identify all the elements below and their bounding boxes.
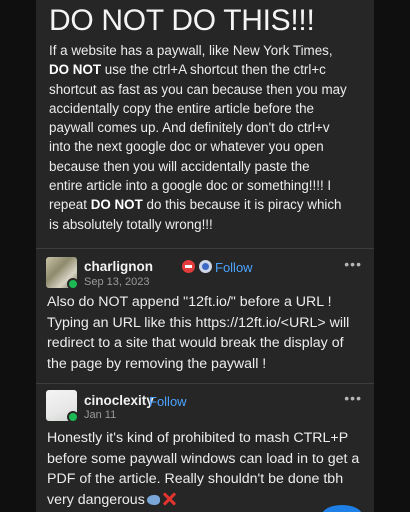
post-body: If a website has a paywall, like New Yor… <box>49 41 371 234</box>
more-options-icon[interactable]: ••• <box>344 256 362 272</box>
post-line: If a website has a paywall, like New Yor… <box>49 41 371 60</box>
reply-line: Typing an URL like this https://12ft.io/… <box>47 314 350 331</box>
reply-username[interactable]: charlignon <box>84 259 153 274</box>
reply-date: Sep 13, 2023 <box>84 276 150 288</box>
follow-button[interactable]: Follow <box>215 260 253 275</box>
post-card: DO NOT DO THIS!!! If a website has a pay… <box>36 0 374 512</box>
post-text: paywall comes up. And definitely don't d… <box>49 120 330 136</box>
post-line: paywall comes up. And definitely don't d… <box>49 118 371 137</box>
divider <box>36 248 374 249</box>
post-line: because then you will accidentally paste… <box>49 157 371 176</box>
online-status-icon <box>67 411 79 423</box>
post-line: accidentally copy the entire article bef… <box>49 99 371 118</box>
cross-mark-icon <box>162 492 176 506</box>
reply-username[interactable]: cinoclexity <box>84 393 154 408</box>
post-text: do this because it is piracy which <box>142 197 342 213</box>
more-options-icon[interactable]: ••• <box>344 390 362 406</box>
post-text: If a website has a paywall, like New Yor… <box>49 43 333 58</box>
post-text: entire article into a google doc or some… <box>49 178 332 194</box>
follow-button[interactable]: Follow <box>149 394 187 409</box>
reply-body: Honestly it's kind of prohibited to mash… <box>47 428 369 510</box>
reply-text: very dangerous <box>47 491 145 508</box>
post-line: into the next google doc or whatever you… <box>49 137 371 156</box>
reply-date: Jan 11 <box>84 409 117 421</box>
divider <box>36 383 374 384</box>
post-line: shortcut as fast as you can because then… <box>49 80 371 99</box>
online-status-icon <box>67 278 79 290</box>
post-headline: DO NOT DO THIS!!! <box>49 4 315 37</box>
post-text: is absolutely totally wrong!!! <box>49 216 213 232</box>
post-emphasis: DO NOT <box>90 197 143 213</box>
reply-line: redirect to a site that would break the … <box>47 335 344 351</box>
reply-line: Also do NOT append "12ft.io/" before a U… <box>47 294 332 310</box>
post-text: shortcut as fast as you can because then… <box>49 81 347 97</box>
post-line: DO NOT use the ctrl+A shortcut then the … <box>49 60 371 79</box>
post-text: because then you will accidentally paste… <box>49 158 310 174</box>
blue-badge-icon <box>199 260 212 273</box>
post-text: repeat <box>49 197 91 213</box>
post-text: accidentally copy the entire article bef… <box>49 100 314 116</box>
reply-body: Also do NOT append "12ft.io/" before a U… <box>47 292 369 374</box>
reply-line: the page by removing the paywall ! <box>47 355 267 372</box>
reply-line: Honestly it's kind of prohibited to mash… <box>47 430 349 446</box>
post-emphasis: DO NOT <box>49 62 102 78</box>
post-line: repeat DO NOT do this because it is pira… <box>49 195 371 214</box>
reply-line: PDF of the article. Really shouldn't be … <box>47 471 344 487</box>
post-line: entire article into a google doc or some… <box>49 176 371 195</box>
fish-icon <box>146 494 160 505</box>
post-line: is absolutely totally wrong!!! <box>49 215 371 234</box>
post-text: into the next google doc or whatever you… <box>49 139 324 155</box>
reply-line: before some paywall windows can load in … <box>47 450 360 467</box>
red-badge-icon <box>182 260 195 273</box>
post-text: use the ctrl+A shortcut then the ctrl+c <box>101 62 326 78</box>
reply-line: very dangerous <box>47 490 369 511</box>
